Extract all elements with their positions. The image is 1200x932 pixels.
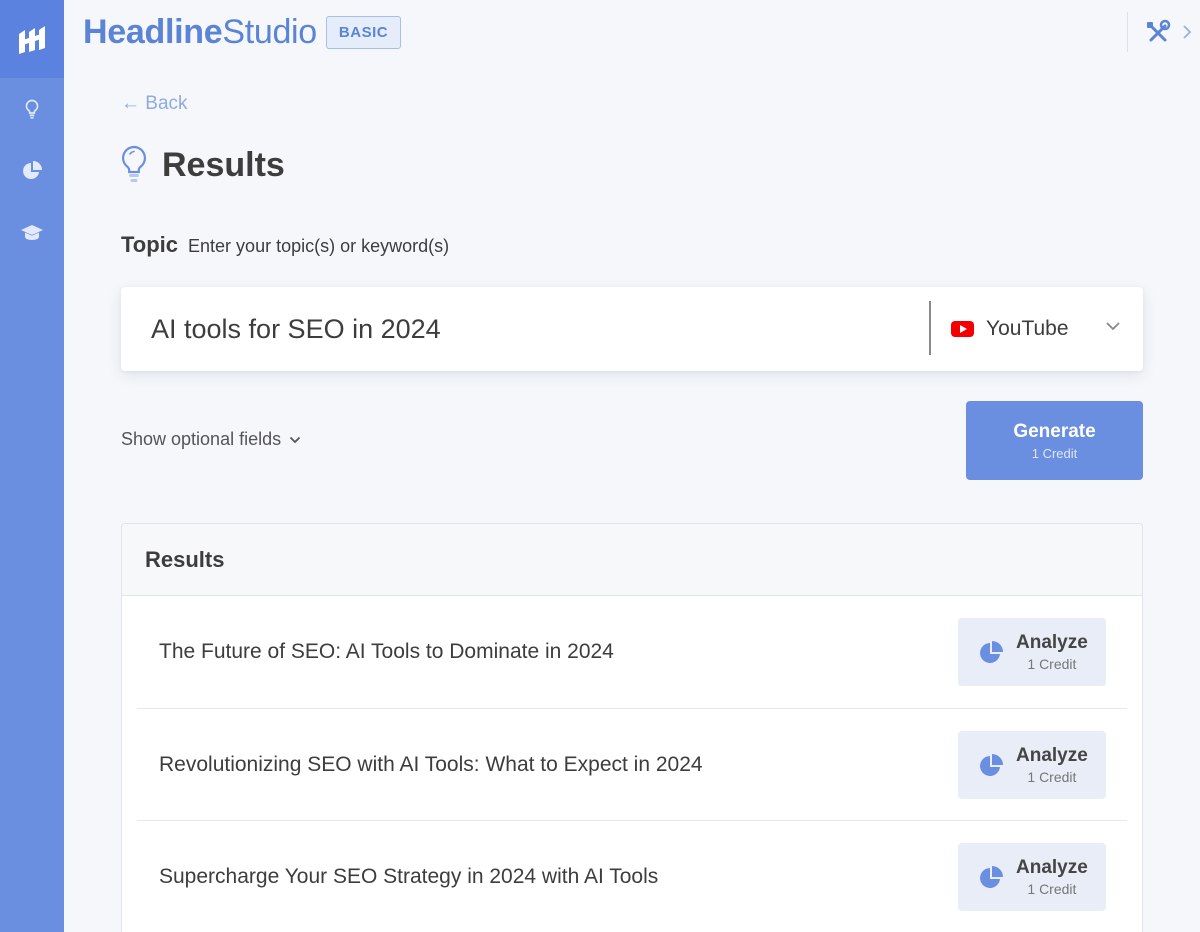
analyze-cost: 1 Credit [1027,881,1077,897]
chevron-right-icon[interactable] [1182,24,1192,45]
analyze-label: Analyze [1016,857,1088,878]
result-headline: Supercharge Your SEO Strategy in 2024 wi… [159,865,659,888]
lightbulb-icon [25,99,39,119]
result-row: Supercharge Your SEO Strategy in 2024 wi… [137,821,1127,932]
result-row: Revolutionizing SEO with AI Tools: What … [137,709,1127,821]
app-logo[interactable] [0,0,64,78]
analyze-button[interactable]: Analyze 1 Credit [958,843,1106,911]
results-panel: Results The Future of SEO: AI Tools to D… [121,523,1143,932]
pie-chart-icon [980,641,1003,663]
analyze-button[interactable]: Analyze 1 Credit [958,730,1106,799]
youtube-icon [951,321,974,337]
analyze-cost: 1 Credit [1027,656,1077,672]
platform-label: YouTube [986,317,1069,340]
pie-chart-icon [980,753,1003,776]
result-row: The Future of SEO: AI Tools to Dominate … [137,596,1127,709]
topic-label: Topic [121,232,179,257]
sidebar-item-learn[interactable] [0,202,64,264]
top-bar: HeadlineStudio BASIC [64,0,1200,70]
chevron-down-icon [289,436,301,443]
pie-chart-icon [23,161,42,179]
analyze-label: Analyze [1016,744,1088,766]
generate-button[interactable]: Generate 1 Credit [966,401,1143,480]
headline-studio-logo-icon [19,26,45,54]
generate-cost: 1 Credit [1031,445,1078,461]
show-optional-fields-toggle[interactable]: Show optional fields [121,429,301,450]
tools-icon [1147,19,1171,42]
topic-input[interactable] [121,287,929,371]
page-title: Results [162,146,285,184]
platform-select[interactable]: YouTube [951,287,1121,371]
topic-label-row: Topic Enter your topic(s) or keyword(s) [121,232,449,258]
generate-label: Generate [1013,420,1096,442]
sidebar-item-analytics[interactable] [0,140,64,202]
result-headline: Revolutionizing SEO with AI Tools: What … [159,752,703,776]
sidebar-item-ideas[interactable] [0,78,64,140]
analyze-button[interactable]: Analyze 1 Credit [958,618,1106,686]
topic-box-divider [929,301,931,355]
graduation-cap-icon [21,225,43,240]
pie-chart-icon [980,866,1003,888]
sidebar [0,0,64,932]
brand-name-part2: Studio [222,13,317,51]
brand-name: HeadlineStudio [83,13,317,52]
optional-fields-label: Show optional fields [121,429,282,449]
tools-button[interactable] [1144,19,1172,52]
back-link[interactable]: ← Back [121,93,188,115]
results-heading: Results [122,524,1142,596]
topbar-divider [1127,12,1128,52]
plan-badge: BASIC [326,16,401,49]
topic-box: YouTube [121,287,1143,371]
brand-name-part1: Headline [83,13,223,51]
chevron-down-icon [1106,322,1120,331]
topic-hint: Enter your topic(s) or keyword(s) [188,236,450,256]
analyze-cost: 1 Credit [1027,768,1077,785]
result-headline: The Future of SEO: AI Tools to Dominate … [159,640,614,663]
lightbulb-title-icon [120,145,148,190]
analyze-label: Analyze [1016,632,1088,653]
